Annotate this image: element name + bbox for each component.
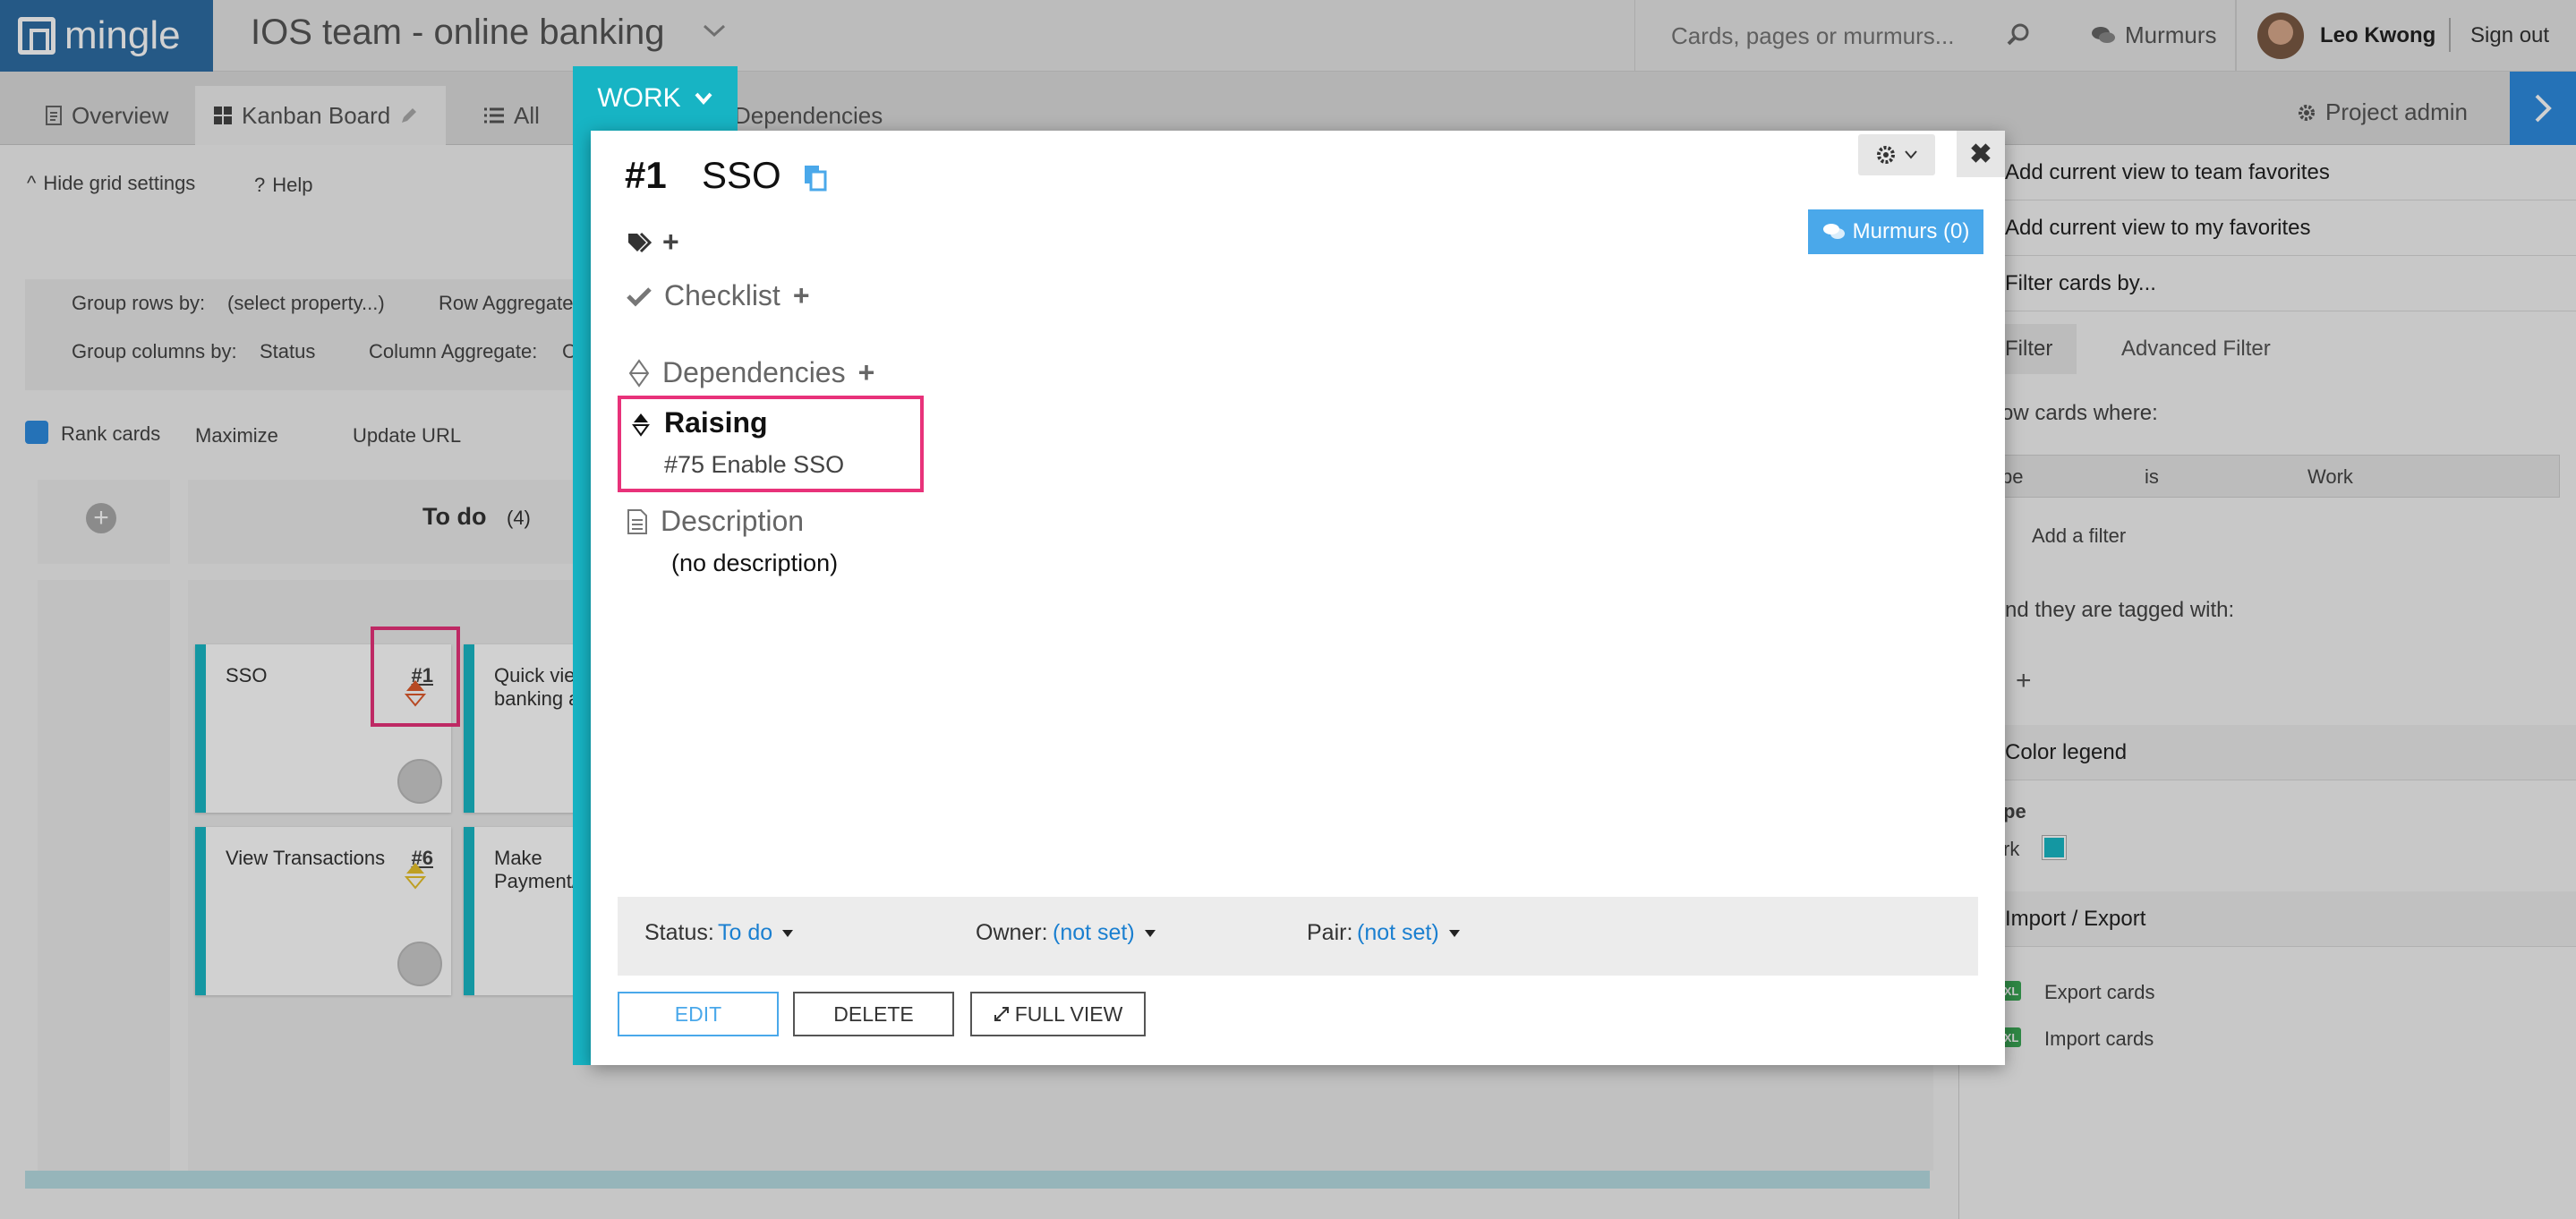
properties-bar bbox=[618, 897, 1978, 976]
card-actions-button[interactable] bbox=[1858, 134, 1935, 175]
card-number: #1 bbox=[625, 154, 667, 196]
card-title[interactable]: SSO bbox=[702, 154, 781, 197]
card-type-label: WORK bbox=[597, 83, 681, 113]
full-view-button-label: FULL VIEW bbox=[1014, 1002, 1123, 1026]
description-header: Description bbox=[627, 505, 804, 538]
raising-icon bbox=[632, 412, 650, 437]
card-color-stripe bbox=[573, 131, 591, 1065]
pair-dropdown[interactable]: (not set) bbox=[1357, 920, 1461, 946]
murmurs-button-label: Murmurs (0) bbox=[1852, 219, 1970, 243]
edit-button[interactable]: EDIT bbox=[618, 992, 779, 1036]
status-value: To do bbox=[718, 920, 773, 945]
close-button[interactable]: ✖ bbox=[1957, 131, 2005, 177]
caret-down-icon bbox=[782, 929, 794, 937]
tags-icon bbox=[628, 232, 652, 252]
checklist-header: Checklist + bbox=[627, 279, 810, 312]
close-icon: ✖ bbox=[1969, 139, 1992, 169]
caret-down-icon bbox=[1448, 929, 1460, 937]
copy-icon[interactable] bbox=[802, 163, 829, 192]
pair-value: (not set) bbox=[1357, 920, 1439, 945]
owner-value: (not set) bbox=[1053, 920, 1135, 945]
chevron-down-icon bbox=[695, 92, 712, 106]
check-icon bbox=[627, 286, 652, 307]
caret-down-icon bbox=[1144, 929, 1156, 937]
delete-button[interactable]: DELETE bbox=[793, 992, 954, 1036]
status-dropdown[interactable]: To do bbox=[718, 920, 794, 946]
description-title: Description bbox=[661, 505, 805, 537]
comments-icon bbox=[1822, 224, 1845, 239]
pair-label: Pair: bbox=[1307, 920, 1353, 945]
card-type-tab[interactable]: WORK bbox=[573, 66, 738, 131]
status-label: Status: bbox=[644, 920, 714, 945]
gear-icon bbox=[1877, 146, 1895, 164]
add-tag-icon[interactable]: + bbox=[662, 226, 679, 259]
expand-icon bbox=[994, 1007, 1009, 1021]
dependencies-title: Dependencies bbox=[662, 356, 846, 388]
chevron-down-icon bbox=[1905, 150, 1917, 159]
checklist-title: Checklist bbox=[664, 279, 780, 311]
description-content[interactable]: (no description) bbox=[671, 550, 838, 577]
edit-button-label: EDIT bbox=[674, 1002, 722, 1026]
murmurs-button[interactable]: Murmurs (0) bbox=[1808, 209, 1983, 254]
owner-dropdown[interactable]: (not set) bbox=[1053, 920, 1156, 946]
dependencies-header: Dependencies + bbox=[628, 356, 874, 389]
dependency-icon bbox=[628, 358, 650, 388]
raising-dependency-link[interactable]: #75 Enable SSO bbox=[664, 451, 844, 479]
raising-label: Raising bbox=[664, 406, 768, 439]
full-view-button[interactable]: FULL VIEW bbox=[970, 992, 1146, 1036]
add-dependency-icon[interactable]: + bbox=[858, 356, 875, 389]
delete-button-label: DELETE bbox=[833, 1002, 914, 1026]
add-checklist-icon[interactable]: + bbox=[793, 279, 810, 312]
tags-row: + bbox=[627, 226, 679, 259]
owner-label: Owner: bbox=[976, 920, 1048, 945]
document-icon bbox=[627, 508, 647, 534]
